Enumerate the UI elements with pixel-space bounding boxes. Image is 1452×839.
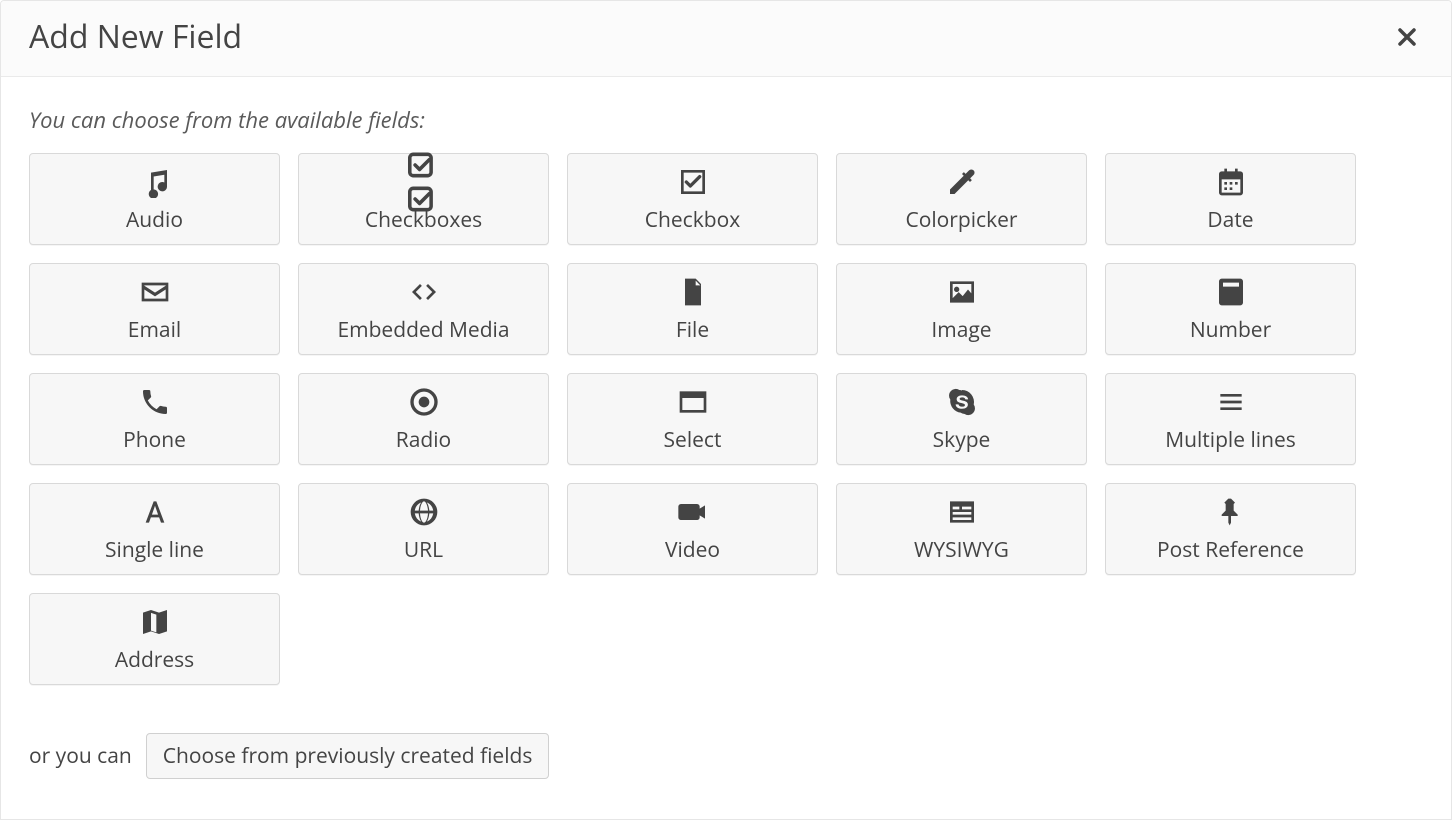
wysiwyg-icon [946, 494, 978, 530]
field-tile-number[interactable]: Number [1105, 263, 1356, 355]
field-tile-skype[interactable]: Skype [836, 373, 1087, 465]
field-tile-email[interactable]: Email [29, 263, 280, 355]
calculator-icon [1215, 274, 1247, 310]
field-tile-label: Checkboxes [365, 206, 482, 234]
select-icon [677, 384, 709, 420]
intro-text: You can choose from the available fields… [29, 105, 1423, 135]
field-tile-label: Date [1207, 206, 1253, 234]
field-tile-label: Skype [933, 426, 991, 454]
checkbox-icon [677, 164, 709, 200]
field-tile-label: Single line [105, 536, 204, 564]
pin-icon [1215, 494, 1247, 530]
field-tile-label: Audio [126, 206, 183, 234]
field-tile-date[interactable]: Date [1105, 153, 1356, 245]
field-tile-label: URL [404, 536, 443, 564]
eyedropper-icon [946, 164, 978, 200]
field-tile-label: Phone [123, 426, 186, 454]
modal-title: Add New Field [29, 15, 242, 58]
close-icon [1395, 37, 1419, 52]
field-tile-label: Video [665, 536, 720, 564]
add-field-modal: Add New Field You can choose from the av… [0, 0, 1452, 820]
field-tile-checkboxes[interactable]: Checkboxes [298, 153, 549, 245]
video-icon [677, 494, 709, 530]
field-tile-checkbox[interactable]: Checkbox [567, 153, 818, 245]
field-tile-label: Number [1190, 316, 1271, 344]
field-tile-label: Select [664, 426, 722, 454]
field-tile-label: Colorpicker [906, 206, 1018, 234]
field-tile-label: File [676, 316, 709, 344]
field-tile-file[interactable]: File [567, 263, 818, 355]
envelope-icon [139, 274, 171, 310]
map-icon [139, 604, 171, 640]
checkboxes-icon [408, 164, 440, 200]
skype-icon [946, 384, 978, 420]
field-tile-video[interactable]: Video [567, 483, 818, 575]
field-tile-colorpicker[interactable]: Colorpicker [836, 153, 1087, 245]
field-tile-label: Embedded Media [337, 316, 509, 344]
field-tile-address[interactable]: Address [29, 593, 280, 685]
close-button[interactable] [1391, 21, 1423, 53]
font-icon [139, 494, 171, 530]
music-icon [139, 164, 171, 200]
field-tile-label: Radio [396, 426, 451, 454]
field-tile-audio[interactable]: Audio [29, 153, 280, 245]
code-icon [408, 274, 440, 310]
field-tile-image[interactable]: Image [836, 263, 1087, 355]
field-tile-radio[interactable]: Radio [298, 373, 549, 465]
field-tile-label: Image [931, 316, 991, 344]
field-tile-single-line[interactable]: Single line [29, 483, 280, 575]
field-tile-label: Email [128, 316, 181, 344]
field-tile-label: Checkbox [645, 206, 740, 234]
field-tile-phone[interactable]: Phone [29, 373, 280, 465]
globe-icon [408, 494, 440, 530]
file-icon [677, 274, 709, 310]
field-tile-embedded-media[interactable]: Embedded Media [298, 263, 549, 355]
modal-body: You can choose from the available fields… [1, 77, 1451, 819]
field-tile-multiple-lines[interactable]: Multiple lines [1105, 373, 1356, 465]
field-tile-post-reference[interactable]: Post Reference [1105, 483, 1356, 575]
field-type-grid: Audio Checkboxes Checkbox Colorpicker Date Em… [29, 153, 1423, 685]
field-tile-label: WYSIWYG [914, 536, 1009, 564]
field-tile-label: Address [115, 646, 194, 674]
radio-icon [408, 384, 440, 420]
footer-row: or you can Choose from previously create… [29, 733, 1423, 779]
calendar-icon [1215, 164, 1247, 200]
image-icon [946, 274, 978, 310]
modal-header: Add New Field [1, 1, 1451, 77]
field-tile-url[interactable]: URL [298, 483, 549, 575]
phone-icon [139, 384, 171, 420]
choose-previous-fields-button[interactable]: Choose from previously created fields [146, 733, 550, 779]
field-tile-label: Multiple lines [1165, 426, 1296, 454]
field-tile-wysiwyg[interactable]: WYSIWYG [836, 483, 1087, 575]
or-text: or you can [29, 742, 132, 770]
field-tile-label: Post Reference [1157, 536, 1304, 564]
field-tile-select[interactable]: Select [567, 373, 818, 465]
lines-icon [1215, 384, 1247, 420]
